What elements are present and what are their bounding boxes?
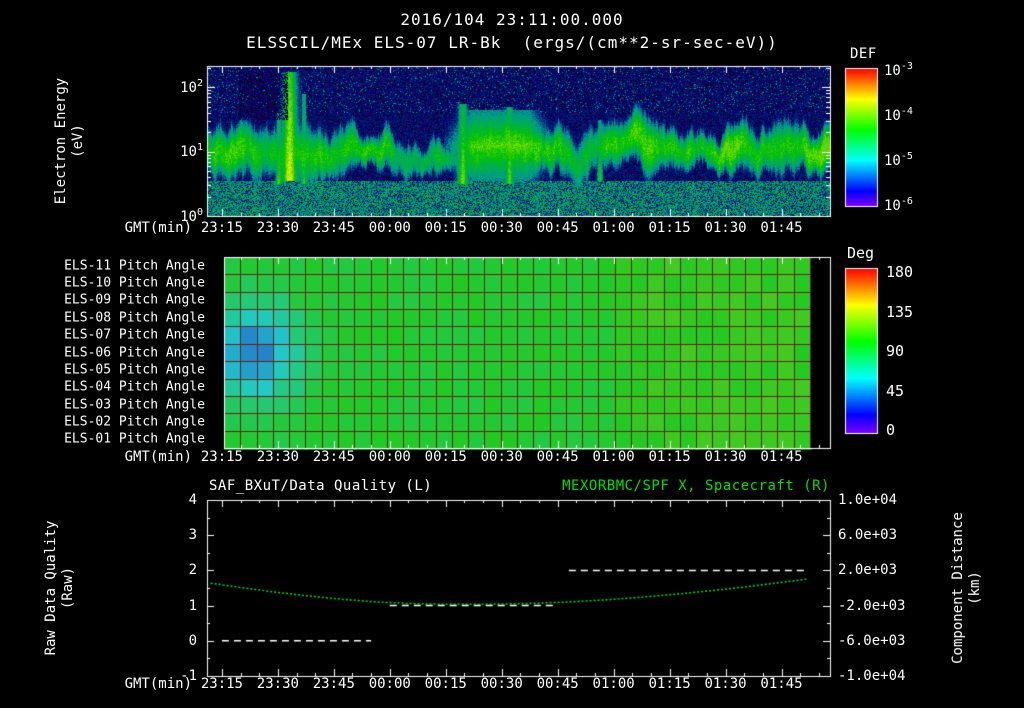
time-tick-label: 00:30 [480,449,523,465]
time-tick-label: 01:45 [760,449,803,465]
spectrogram-y-axis-label-line1: Electron Energy [53,77,69,205]
spectrogram-y-axis-label: Electron Energy (eV) [53,78,87,204]
time-tick-label: 00:15 [424,220,467,236]
pitch-row-label: ELS-04 Pitch Angle [64,379,205,395]
time-tick-label: 01:00 [592,676,635,692]
deg-tick-label: 90 [886,342,905,360]
distance-y-axis-label: Component Distance (km) [950,512,984,664]
quality-tick-label: 2 [188,562,197,579]
quality-y-axis-label: Raw Data Quality (Raw) [43,521,77,656]
pitch-row-label: ELS-07 Pitch Angle [64,327,205,343]
time-tick-label: 01:30 [704,220,747,236]
title-gap [501,33,522,52]
time-tick-label: 01:00 [592,449,635,465]
time-tick-label: 01:45 [760,676,803,692]
instrument-title: ELSSCIL/MEx ELS-07 LR-Bk [246,33,502,52]
pitch-row-label: ELS-03 Pitch Angle [64,397,205,413]
energy-tick-label: 101 [180,142,203,160]
energy-tick-label: 100 [180,207,203,225]
pitch-row-label: ELS-06 Pitch Angle [64,345,205,360]
def-tick-label: 10-3 [884,61,913,79]
time-tick-label: 00:30 [480,676,523,692]
time-tick-label: 23:15 [200,220,243,236]
time-tick-label: 00:00 [368,676,411,692]
deg-tick-label: 45 [886,381,905,400]
plot-window: 2016/104 23:11:00.000 ELSSCIL/MEx ELS-07… [0,0,1024,708]
quality-tick-label: 0 [188,632,197,649]
quality-tick-label: 1 [188,597,197,614]
quality-tick-label: 4 [188,492,197,508]
time-tick-label: 01:00 [592,220,635,236]
time-tick-label: 23:30 [256,676,299,692]
time-tick-label: 00:00 [368,449,411,465]
distance-tick-label: 2.0e+03 [838,562,898,579]
pitch-row-label: ELS-01 Pitch Angle [64,431,205,447]
deg-colorbar-title: Deg [847,244,875,262]
def-tick-label: 10-5 [884,151,913,169]
pitch-row-label: ELS-09 Pitch Angle [64,292,205,308]
time-tick-label: 00:45 [536,220,579,236]
distance-tick-label: 6.0e+03 [838,527,898,544]
pitch-row-label: ELS-10 Pitch Angle [64,275,205,291]
time-tick-label: 23:15 [200,449,243,465]
pitch-row-label: ELS-11 Pitch Angle [64,258,205,274]
time-tick-label: 23:30 [256,220,299,236]
time-tick-label: 00:00 [368,220,411,236]
time-tick-label: 00:30 [480,220,523,236]
time-tick-label: 00:45 [536,449,579,465]
distance-tick-label: 1.0e+04 [838,492,898,508]
time-tick-label: 01:15 [648,220,691,236]
units-label: (ergs/(cm**2-sr-sec-eV)) [522,33,778,52]
time-tick-label: 01:45 [760,220,803,236]
quality-y-axis-label-line2: (Raw) [60,566,76,610]
time-tick-label: 00:45 [536,676,579,692]
distance-y-axis-label-line2: (km) [967,571,983,605]
time-tick-label: 23:30 [256,449,299,465]
time-tick-label: 23:15 [200,676,243,692]
timestamp-title: 2016/104 23:11:00.000 [400,10,624,29]
time-tick-label: 00:15 [424,676,467,692]
spectrogram-y-axis-label-line2: (eV) [70,124,86,158]
time-tick-label: 01:30 [704,676,747,692]
distance-title: MEXORBMC/SPF X, Spacecraft (R) [562,478,830,494]
pitch-row-label: ELS-08 Pitch Angle [64,310,205,326]
time-tick-label: 01:15 [648,676,691,692]
pitch-row-label: ELS-02 Pitch Angle [64,414,205,430]
time-tick-label: 23:45 [312,676,355,692]
quality-tick-label: 3 [188,527,197,544]
time-tick-label: 01:15 [648,449,691,465]
def-tick-label: 10-4 [884,106,913,124]
time-tick-label: 00:15 [424,449,467,465]
energy-tick-label: 102 [180,78,203,96]
deg-tick-label: 135 [886,302,914,321]
quality-tick-label: -1 [180,668,197,684]
distance-y-axis-label-line1: Component Distance [950,512,966,664]
time-tick-label: 23:45 [312,220,355,236]
pitch-row-label: ELS-05 Pitch Angle [64,362,205,378]
distance-tick-label: -2.0e+03 [838,597,906,614]
deg-tick-label: 180 [886,263,914,281]
quality-y-axis-label-line1: Raw Data Quality [43,520,59,656]
time-tick-label: 23:45 [312,449,355,465]
distance-tick-label: -1.0e+04 [838,668,906,684]
deg-tick-label: 0 [886,421,896,439]
def-colorbar-title: DEF [850,46,877,62]
def-tick-label: 10-6 [884,196,913,214]
time-tick-label: 01:30 [704,449,747,465]
distance-tick-label: -6.0e+03 [838,632,906,649]
gmt-label-pitch: GMT(min) [124,449,192,465]
quality-title: SAF_BXuT/Data Quality (L) [209,478,433,494]
